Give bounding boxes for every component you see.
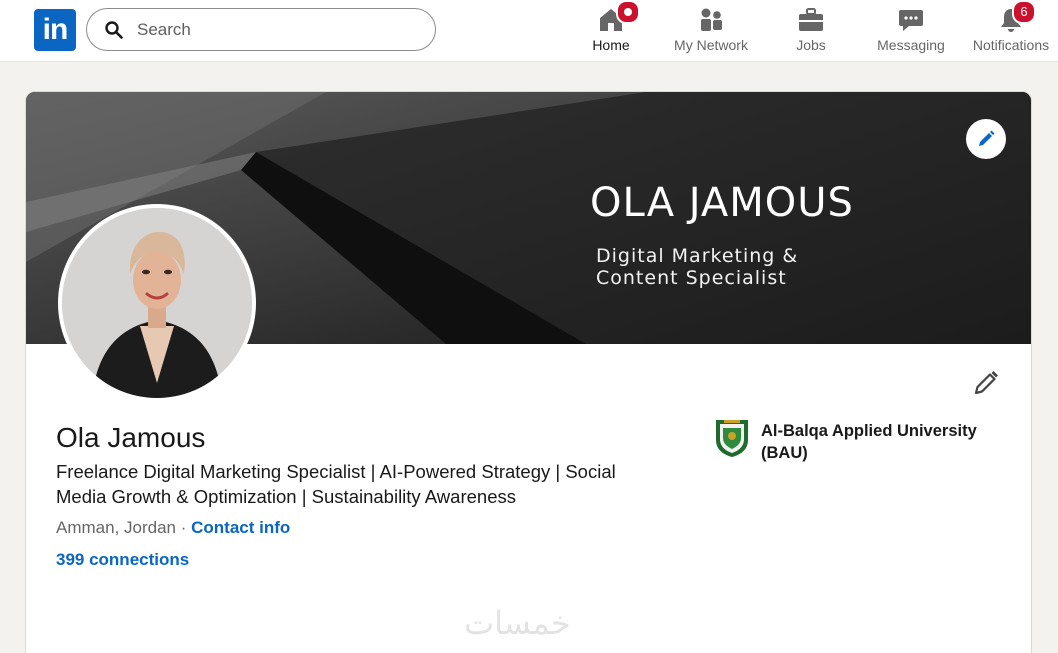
edit-banner-button[interactable]: [966, 119, 1006, 159]
profile-photo[interactable]: [58, 204, 256, 402]
banner-subtitle-line2: Content Specialist: [596, 267, 787, 289]
profile-headline: Freelance Digital Marketing Specialist |…: [56, 461, 616, 507]
linkedin-logo[interactable]: in: [34, 9, 76, 51]
contact-info-link[interactable]: Contact info: [191, 518, 290, 537]
nav-messaging-label: Messaging: [877, 37, 945, 53]
nav-home-label: Home: [592, 37, 630, 53]
home-activity-badge: [616, 0, 640, 24]
top-navigation-bar: in Home My Network Jobs: [0, 0, 1058, 62]
nav-notifications-label: Notifications: [972, 37, 1050, 53]
profile-location-row: Amman, Jordan · Contact info: [56, 518, 290, 538]
search-box[interactable]: [86, 8, 436, 51]
banner-subtitle-line1: Digital Marketing &: [596, 245, 799, 267]
notifications-count-badge: 6: [1012, 0, 1036, 24]
profile-card: OLA JAMOUS Digital Marketing & Content S…: [25, 91, 1032, 653]
nav-my-network-label: My Network: [674, 37, 748, 53]
site-watermark: خمسات: [464, 604, 571, 642]
search-input[interactable]: [137, 19, 417, 41]
nav-jobs[interactable]: Jobs: [780, 4, 842, 58]
banner-subtitle: Digital Marketing & Content Specialist: [596, 245, 798, 289]
connections-link[interactable]: 399 connections: [56, 550, 189, 570]
location-separator: ·: [176, 518, 192, 537]
chat-icon: [899, 10, 923, 31]
profile-location: Amman, Jordan: [56, 518, 176, 537]
pencil-icon: [979, 130, 995, 146]
university-name: Al-Balqa Applied University (BAU): [761, 422, 977, 462]
profile-portrait-image: [62, 208, 252, 398]
nav-home[interactable]: Home: [576, 0, 646, 58]
search-icon: [105, 21, 123, 39]
nav-my-network[interactable]: My Network: [664, 4, 758, 58]
network-icon: [701, 8, 722, 31]
nav-notifications[interactable]: 6 Notifications: [966, 0, 1056, 58]
briefcase-icon: [799, 8, 823, 31]
university-logo: [716, 420, 748, 457]
banner-title: OLA JAMOUS: [590, 180, 854, 226]
edit-profile-pencil-icon[interactable]: [971, 368, 1001, 398]
avatar: [62, 208, 252, 398]
profile-name: Ola Jamous: [56, 422, 206, 453]
nav-messaging[interactable]: Messaging: [870, 4, 952, 58]
nav-jobs-label: Jobs: [796, 37, 826, 53]
